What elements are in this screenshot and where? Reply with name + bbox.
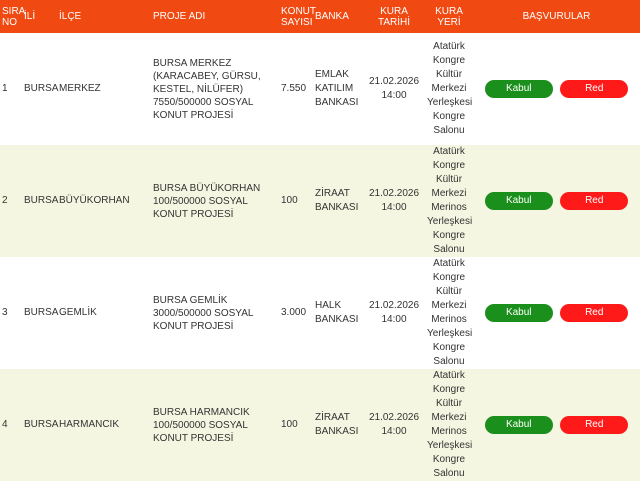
header-sira-no: SIRA NO <box>0 0 25 33</box>
cell-kura-tarihi: 21.02.2026 14:00 <box>368 76 420 101</box>
cell-sira-no: 3 <box>2 307 8 318</box>
header-banka: BANKA <box>313 0 363 33</box>
kabul-button[interactable]: Kabul <box>484 192 553 210</box>
header-konut-sayisi: KONUT SAYISI <box>279 0 316 33</box>
cell-banka: ZİRAAT BANKASI <box>315 412 359 437</box>
cell-banka: ZİRAAT BANKASI <box>315 188 359 213</box>
header-basvurular: BAŞVURULAR <box>473 0 640 33</box>
red-button[interactable]: Red <box>560 416 629 434</box>
red-button[interactable]: Red <box>560 192 629 210</box>
projects-table: SIRA NO İLİ İLÇE PROJE ADI KONUT SAYISI … <box>0 0 640 481</box>
header-ilce: İLÇE <box>57 0 151 33</box>
table-row: 3 BURSA GEMLİK BURSA GEMLİK 3000/500000 … <box>0 257 640 369</box>
red-button[interactable]: Red <box>560 80 629 98</box>
cell-sira-no: 1 <box>2 83 8 94</box>
cell-ili: BURSA <box>24 195 59 206</box>
cell-konut-sayisi: 3.000 <box>281 307 307 318</box>
cell-kura-yeri: Atatürk Kongre Kültür Merkezi Merinos Ye… <box>427 258 473 367</box>
cell-proje-adi: BURSA HARMANCIK 100/500000 SOSYAL KONUT … <box>153 406 250 444</box>
cell-ili: BURSA <box>24 83 59 94</box>
cell-konut-sayisi: 7.550 <box>281 83 307 94</box>
cell-kura-tarihi: 21.02.2026 14:00 <box>368 188 420 213</box>
cell-sira-no: 4 <box>2 419 8 430</box>
cell-basvurular: Kabul Red <box>473 145 640 257</box>
cell-ilce: BÜYÜKORHAN <box>59 195 130 206</box>
header-kura-tarihi: KURA TARİHİ <box>363 0 425 33</box>
cell-ilce: HARMANCIK <box>59 419 120 430</box>
cell-kura-yeri: Atatürk Kongre Kültür Merkezi Yerleşkesi… <box>427 41 473 136</box>
cell-proje-adi: BURSA BÜYÜKORHAN 100/500000 SOSYAL KONUT… <box>153 182 261 220</box>
cell-basvurular: Kabul Red <box>473 257 640 369</box>
header-proje-adi: PROJE ADI <box>151 0 279 33</box>
kabul-button[interactable]: Kabul <box>484 416 553 434</box>
cell-proje-adi: BURSA GEMLİK 3000/500000 SOSYAL KONUT PR… <box>153 294 254 332</box>
red-button[interactable]: Red <box>560 304 629 322</box>
cell-basvurular: Kabul Red <box>473 33 640 145</box>
cell-kura-yeri: Atatürk Kongre Kültür Merkezi Merinos Ye… <box>427 370 473 479</box>
table-row: 2 BURSA BÜYÜKORHAN BURSA BÜYÜKORHAN 100/… <box>0 145 640 257</box>
kabul-button[interactable]: Kabul <box>484 80 553 98</box>
table-header-row: SIRA NO İLİ İLÇE PROJE ADI KONUT SAYISI … <box>0 0 640 33</box>
kabul-button[interactable]: Kabul <box>484 304 553 322</box>
table-row: 1 BURSA MERKEZ BURSA MERKEZ (KARACABEY, … <box>0 33 640 145</box>
cell-banka: EMLAK KATILIM BANKASI <box>315 69 359 108</box>
cell-konut-sayisi: 100 <box>281 419 298 430</box>
cell-konut-sayisi: 100 <box>281 195 298 206</box>
cell-banka: HALK BANKASI <box>315 300 359 325</box>
cell-ili: BURSA <box>24 419 59 430</box>
cell-ili: BURSA <box>24 307 59 318</box>
cell-kura-yeri: Atatürk Kongre Kültür Merkezi Merinos Ye… <box>427 146 473 255</box>
cell-ilce: MERKEZ <box>59 83 101 94</box>
header-kura-yeri: KURA YERİ <box>425 0 473 33</box>
table-row: 4 BURSA HARMANCIK BURSA HARMANCIK 100/50… <box>0 369 640 481</box>
cell-proje-adi: BURSA MERKEZ (KARACABEY, GÜRSU, KESTEL, … <box>153 57 261 121</box>
cell-ilce: GEMLİK <box>59 307 97 318</box>
header-ili: İLİ <box>22 0 57 33</box>
cell-sira-no: 2 <box>2 195 8 206</box>
cell-kura-tarihi: 21.02.2026 14:00 <box>368 412 420 437</box>
cell-kura-tarihi: 21.02.2026 14:00 <box>368 300 420 325</box>
cell-basvurular: Kabul Red <box>473 369 640 481</box>
